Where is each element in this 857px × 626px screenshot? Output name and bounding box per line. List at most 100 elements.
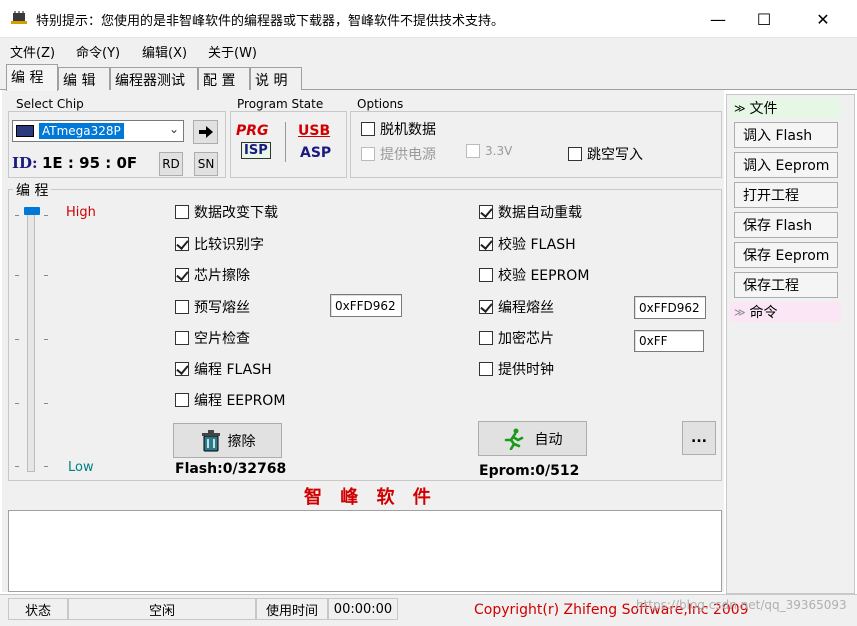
state-divider <box>285 122 286 162</box>
opt-label: 校验 FLASH <box>498 237 576 253</box>
menu-bar <box>0 38 857 64</box>
opt-label: 芯片擦除 <box>194 268 250 284</box>
opt-label: 加密芯片 <box>498 331 554 347</box>
slider-tick <box>15 339 19 340</box>
slider-tick <box>15 403 19 404</box>
opt-label: 编程 EEPROM <box>194 393 286 409</box>
tab-programmer-test[interactable]: 编程器测试 <box>110 67 198 90</box>
slider-tick <box>15 215 19 216</box>
v33-option[interactable]: 3.3V <box>466 144 512 158</box>
opt-chip-erase-checkbox[interactable] <box>175 268 189 282</box>
opt-verify-eeprom[interactable]: 校验 EEPROM <box>479 265 589 285</box>
tab-edit[interactable]: 编 辑 <box>58 67 110 90</box>
opt-label: 空片检查 <box>194 331 250 347</box>
program-state-title: Program State <box>234 97 327 111</box>
lock-value-field[interactable]: 0xFF <box>634 330 704 352</box>
isp-logo-text: ISP <box>241 142 271 159</box>
sn-button[interactable]: SN <box>194 152 218 176</box>
v33-label: 3.3V <box>485 144 513 158</box>
opt-blank-check[interactable]: 空片检查 <box>175 328 250 348</box>
power-level-slider-thumb[interactable] <box>24 207 40 215</box>
tab-program[interactable]: 编 程 <box>6 64 58 91</box>
select-chip-title: Select Chip <box>13 97 87 111</box>
power-option[interactable]: 提供电源 <box>361 144 436 164</box>
offline-data-option[interactable]: 脱机数据 <box>361 119 436 139</box>
opt-label: 编程 FLASH <box>194 362 272 378</box>
opt-chip-erase[interactable]: 芯片擦除 <box>175 265 250 285</box>
opt-label: 校验 EEPROM <box>498 268 590 284</box>
close-button[interactable]: ✕ <box>800 0 846 38</box>
maximize-button[interactable]: ☐ <box>741 0 787 38</box>
eprom-info: Eprom:0/512 <box>479 463 580 479</box>
opt-lock-chip-checkbox[interactable] <box>479 331 493 345</box>
menu-edit[interactable]: 编辑(X) <box>142 42 187 61</box>
erase-button[interactable]: 擦除 <box>173 423 282 458</box>
rd-button[interactable]: RD <box>159 152 183 176</box>
save-eeprom-button[interactable]: 保存 Eeprom <box>734 242 838 268</box>
menu-about[interactable]: 关于(W) <box>208 42 257 61</box>
prg-logo-text: PRG <box>236 123 269 139</box>
open-project-button[interactable]: 打开工程 <box>734 182 838 208</box>
menu-command[interactable]: 命令(Y) <box>76 42 120 61</box>
menu-file[interactable]: 文件(Z) <box>10 42 55 61</box>
erase-button-label: 擦除 <box>227 433 256 450</box>
power-level-slider-track[interactable] <box>27 210 35 472</box>
load-eeprom-button[interactable]: 调入 Eeprom <box>734 152 838 178</box>
app-chip-icon <box>11 11 27 24</box>
chip-select[interactable]: ATmega328P ⌄ <box>12 120 184 142</box>
save-flash-button[interactable]: 保存 Flash <box>734 212 838 238</box>
v33-checkbox[interactable] <box>466 144 480 158</box>
tab-config[interactable]: 配 置 <box>198 67 250 90</box>
opt-verify-flash[interactable]: 校验 FLASH <box>479 234 576 254</box>
opt-provide-clock[interactable]: 提供时钟 <box>479 359 554 379</box>
opt-program-flash[interactable]: 编程 FLASH <box>175 359 272 379</box>
id-label: ID: <box>12 154 38 172</box>
opt-prewrite-fuse-checkbox[interactable] <box>175 300 189 314</box>
chip-select-value: ATmega328P <box>39 123 124 139</box>
opt-program-flash-checkbox[interactable] <box>175 362 189 376</box>
opt-compare-signature[interactable]: 比较识别字 <box>175 234 264 254</box>
opt-prewrite-fuse[interactable]: 预写熔丝 <box>175 297 250 317</box>
more-button[interactable]: ... <box>682 421 716 455</box>
prewrite-fuse-field[interactable]: 0xFFD962 <box>330 294 402 317</box>
skip-empty-option[interactable]: 跳空写入 <box>568 144 643 164</box>
power-checkbox[interactable] <box>361 147 375 161</box>
flash-info: Flash:0/32768 <box>175 461 287 477</box>
skip-empty-label: 跳空写入 <box>587 147 643 163</box>
program-group-title: 编 程 <box>13 180 52 200</box>
elapsed-time-label: 使用时间 <box>256 598 328 620</box>
slider-tick <box>44 466 48 467</box>
opt-provide-clock-checkbox[interactable] <box>479 362 493 376</box>
opt-auto-reload-checkbox[interactable] <box>479 205 493 219</box>
slider-tick <box>44 403 48 404</box>
opt-reload-on-change[interactable]: 数据改变下载 <box>175 202 278 222</box>
opt-program-eeprom[interactable]: 编程 EEPROM <box>175 390 285 410</box>
opt-program-fuse[interactable]: 编程熔丝 <box>479 297 554 317</box>
command-section-header[interactable]: ≫ 命令 <box>730 302 841 322</box>
opt-reload-on-change-checkbox[interactable] <box>175 205 189 219</box>
skip-empty-checkbox[interactable] <box>568 147 582 161</box>
log-output[interactable] <box>8 510 722 592</box>
auto-button[interactable]: 自动 <box>478 421 587 456</box>
opt-verify-eeprom-checkbox[interactable] <box>479 268 493 282</box>
go-button[interactable] <box>193 120 218 144</box>
load-flash-button[interactable]: 调入 Flash <box>734 122 838 148</box>
chevron-right-icon: ≫ <box>734 305 746 319</box>
slider-high-label: High <box>66 205 96 220</box>
chevron-down-icon: ≫ <box>734 101 746 115</box>
opt-label: 数据自动重载 <box>498 205 582 221</box>
opt-lock-chip[interactable]: 加密芯片 <box>479 328 554 348</box>
minimize-button[interactable]: — <box>695 0 741 38</box>
opt-verify-flash-checkbox[interactable] <box>479 237 493 251</box>
fuse-value-field[interactable]: 0xFFD962 <box>634 296 706 319</box>
opt-label: 预写熔丝 <box>194 300 250 316</box>
file-section-header[interactable]: ≫ 文件 <box>730 98 841 118</box>
opt-auto-reload[interactable]: 数据自动重载 <box>479 202 582 222</box>
opt-blank-check-checkbox[interactable] <box>175 331 189 345</box>
offline-data-checkbox[interactable] <box>361 122 375 136</box>
opt-program-fuse-checkbox[interactable] <box>479 300 493 314</box>
tab-help[interactable]: 说 明 <box>250 67 302 90</box>
opt-program-eeprom-checkbox[interactable] <box>175 393 189 407</box>
save-project-button[interactable]: 保存工程 <box>734 272 838 298</box>
opt-compare-signature-checkbox[interactable] <box>175 237 189 251</box>
